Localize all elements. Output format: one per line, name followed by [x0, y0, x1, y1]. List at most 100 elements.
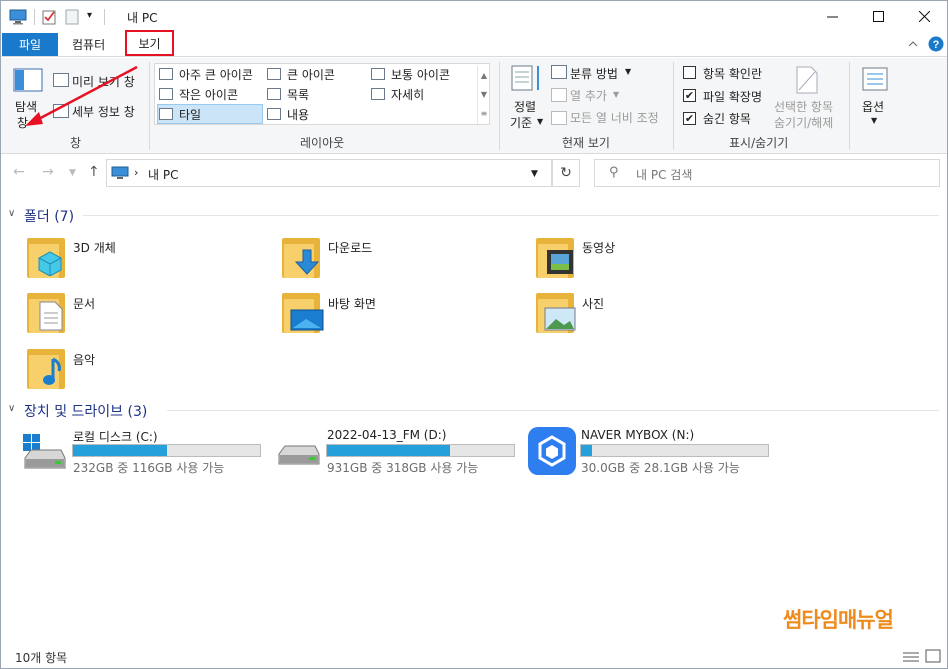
large-icons-icon — [267, 68, 281, 80]
search-icon: ⚲ — [609, 165, 619, 180]
item-checkboxes-label: 항목 확인란 — [703, 67, 763, 81]
collapse-ribbon-icon[interactable] — [908, 40, 918, 48]
pc-icon — [111, 166, 129, 179]
search-input[interactable]: ⚲ 내 PC 검색 — [594, 159, 940, 187]
layout-extra-large-icons[interactable]: 아주 큰 아이콘 — [179, 66, 253, 83]
ribbon-divider — [673, 62, 674, 150]
properties-icon[interactable] — [42, 9, 58, 25]
breadcrumb-this-pc[interactable]: 내 PC — [148, 166, 178, 183]
drives-collapse-chevron-icon[interactable]: ∨ — [8, 403, 15, 414]
minimize-button[interactable] — [809, 1, 855, 32]
chevron-down-icon: ▼ — [625, 67, 632, 76]
folder-label[interactable]: 3D 개체 — [73, 239, 116, 256]
layout-content[interactable]: 내용 — [287, 106, 309, 123]
refresh-icon: ↻ — [560, 165, 572, 181]
close-button[interactable] — [901, 1, 947, 32]
drive-usage-bar — [580, 444, 769, 457]
chevron-down-icon: ▼ — [537, 117, 544, 126]
maximize-button[interactable] — [855, 1, 901, 32]
layout-scrollbar[interactable]: ▲ ▼ ≡ — [477, 66, 490, 124]
section-divider — [167, 410, 939, 411]
pc-icon — [9, 9, 27, 25]
drive-usage-fill — [73, 445, 167, 456]
sort-by-label-2: 기준 — [510, 116, 533, 130]
folder-3d-objects-icon — [27, 236, 67, 280]
drive-info: 931GB 중 318GB 사용 가능 — [327, 461, 479, 475]
layout-large-icons[interactable]: 큰 아이콘 — [287, 66, 335, 83]
layout-list[interactable]: 목록 — [287, 86, 309, 103]
sort-by-label-1: 정렬 — [514, 100, 537, 114]
add-column-button[interactable]: 열 추가 — [570, 87, 607, 104]
quick-access-dropdown-icon[interactable]: ▾ — [87, 10, 92, 21]
search-placeholder: 내 PC 검색 — [636, 168, 693, 182]
drive-usage-fill — [327, 445, 451, 456]
naver-mybox-icon — [528, 427, 576, 475]
file-explorer-window: ▾ 내 PC 파일 컴퓨터 ? 보기 탐색 창 ▼ 미리 보기 창 세부 정보 … — [0, 0, 948, 669]
folder-label[interactable]: 다운로드 — [328, 239, 372, 256]
hidden-items-checkbox[interactable]: ✔ — [683, 112, 696, 125]
folder-label[interactable]: 사진 — [582, 295, 604, 312]
chevron-down-icon: ▼ — [613, 90, 620, 99]
chevron-down-icon: ▼ — [871, 116, 878, 125]
large-icons-view-icon[interactable] — [925, 649, 941, 663]
hide-selected-button[interactable]: 선택한 항목 숨기기/해제 — [773, 64, 843, 130]
drive-info: 30.0GB 중 28.1GB 사용 가능 — [581, 461, 740, 475]
folder-videos-icon — [536, 236, 576, 280]
window-title: 내 PC — [127, 11, 158, 25]
address-bar[interactable]: › 내 PC ▼ — [106, 159, 552, 187]
sort-by-button[interactable]: 정렬 기준 ▼ — [507, 64, 547, 130]
back-button[interactable]: ← — [13, 164, 25, 180]
group-label-show-hide: 표시/숨기기 — [729, 136, 789, 150]
tab-computer[interactable]: 컴퓨터 — [72, 36, 105, 53]
address-row: ← → ▼ ↑ › 내 PC ▼ ↻ ⚲ 내 PC 검색 — [1, 159, 947, 189]
ribbon-divider — [499, 62, 500, 150]
layout-medium-icons[interactable]: 보통 아이콘 — [391, 66, 450, 83]
new-folder-icon[interactable] — [65, 9, 81, 25]
file-extensions-label: 파일 확장명 — [703, 90, 763, 104]
watermark: 썸타임매뉴얼 — [783, 608, 894, 632]
drive-name[interactable]: 로컬 디스크 (C:) — [73, 428, 158, 445]
breadcrumb-chevron-icon[interactable]: › — [134, 166, 138, 179]
folders-collapse-chevron-icon[interactable]: ∨ — [8, 208, 15, 219]
fit-columns-icon — [551, 111, 567, 125]
group-label-current-view: 현재 보기 — [562, 136, 610, 150]
tab-view[interactable]: 보기 — [125, 30, 174, 56]
hide-selected-label-2: 숨기기/해제 — [774, 116, 834, 130]
options-button[interactable]: 옵션 ▼ — [857, 64, 893, 130]
help-icon[interactable]: ? — [928, 36, 944, 52]
fit-columns-button[interactable]: 모든 열 너비 조정 — [570, 109, 659, 126]
folder-label[interactable]: 바탕 화면 — [328, 295, 376, 312]
tab-view-label: 보기 — [138, 36, 161, 51]
drive-name[interactable]: NAVER MYBOX (N:) — [581, 428, 694, 442]
drive-usage-bar — [326, 444, 515, 457]
drives-header[interactable]: 장치 및 드라이브 (3) — [24, 401, 147, 421]
folder-label[interactable]: 동영상 — [582, 239, 615, 256]
folder-desktop-icon — [282, 291, 324, 335]
ribbon-divider — [849, 62, 850, 150]
layout-details[interactable]: 자세히 — [391, 86, 424, 103]
item-checkboxes-checkbox[interactable] — [683, 66, 696, 79]
folders-header[interactable]: 폴더 (7) — [24, 206, 74, 226]
up-button[interactable]: ↑ — [88, 164, 100, 180]
group-by-icon — [551, 65, 567, 79]
drive-name[interactable]: 2022-04-13_FM (D:) — [327, 428, 446, 442]
refresh-button[interactable]: ↻ — [552, 159, 580, 187]
address-dropdown-icon[interactable]: ▼ — [531, 169, 538, 179]
recent-locations-dropdown-icon[interactable]: ▼ — [69, 168, 76, 178]
sort-by-icon — [511, 65, 539, 91]
title-bar: ▾ 내 PC — [1, 1, 947, 32]
folder-pictures-icon — [536, 291, 576, 335]
forward-button[interactable]: → — [42, 164, 54, 180]
folder-label[interactable]: 음악 — [73, 351, 95, 368]
folder-downloads-icon — [282, 236, 322, 280]
group-by-button[interactable]: 분류 방법 — [570, 65, 618, 82]
layout-gallery: 아주 큰 아이콘 큰 아이콘 보통 아이콘 작은 아이콘 목록 자세히 타일 내… — [154, 63, 490, 125]
folder-label[interactable]: 문서 — [73, 295, 95, 312]
tab-file[interactable]: 파일 — [2, 33, 58, 56]
add-column-icon — [551, 88, 567, 102]
layout-tiles[interactable]: 타일 — [179, 106, 201, 123]
layout-small-icons[interactable]: 작은 아이콘 — [179, 86, 238, 103]
hide-selected-label-1: 선택한 항목 — [774, 100, 834, 114]
details-view-icon[interactable] — [903, 651, 919, 663]
file-extensions-checkbox[interactable]: ✔ — [683, 89, 696, 102]
